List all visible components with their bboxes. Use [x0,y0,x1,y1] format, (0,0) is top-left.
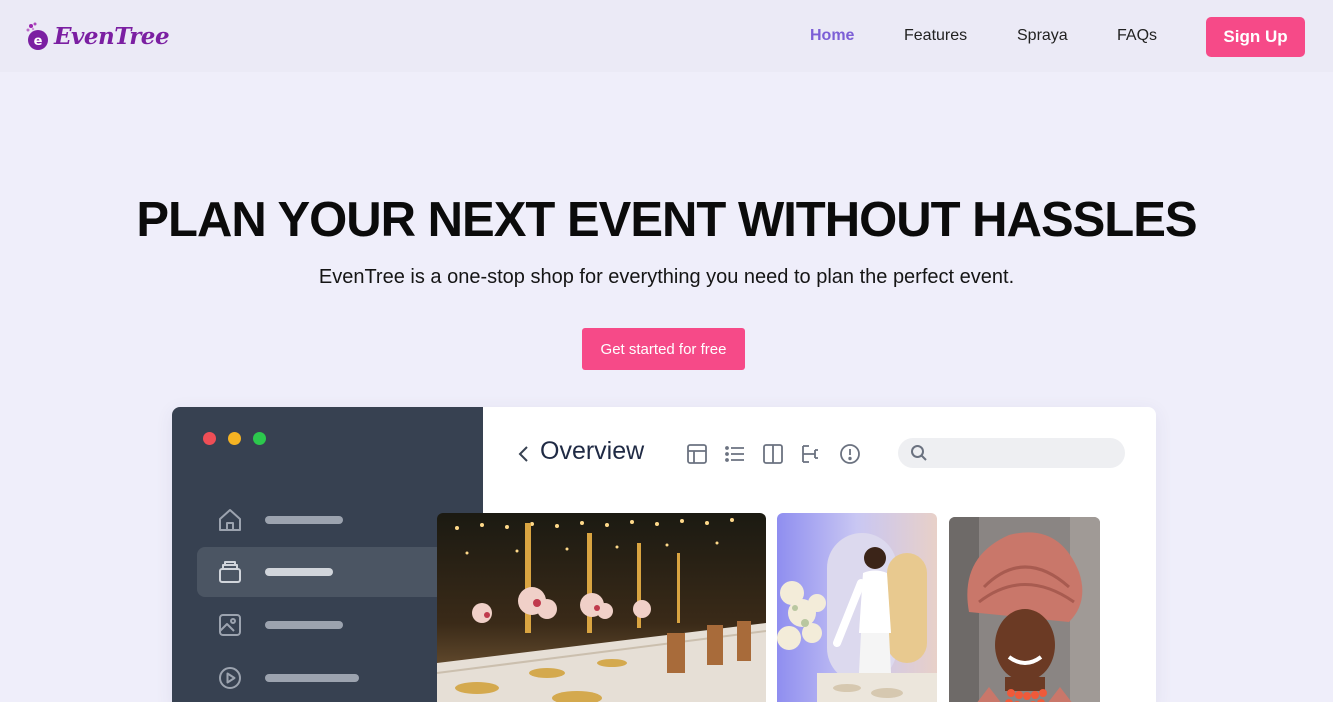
window-minimize-dot [228,432,241,445]
nav-link-spraya[interactable]: Spraya [1017,27,1068,45]
hero-title: PLAN YOUR NEXT EVENT WITHOUT HASSLES [136,193,1197,247]
nav-link-faqs[interactable]: FAQs [1117,27,1157,45]
overview-title: Overview [540,437,645,465]
chevron-left-icon [517,445,531,468]
sidebar-item-inbox [197,547,467,597]
top-navbar: e EvenTree Home Features Spraya FAQs Sig… [0,0,1333,72]
search-icon [910,444,928,462]
get-started-button[interactable]: Get started for free [582,328,745,370]
table-icon [685,442,709,466]
hierarchy-icon [799,442,823,466]
sidebar-item-placeholder-bar [265,621,343,629]
hero-subtitle: EvenTree is a one-stop shop for everythi… [318,266,1015,288]
nav-link-features[interactable]: Features [904,27,967,45]
brand-name: EvenTree [54,22,170,50]
play-icon [217,665,243,691]
woman-gele-portrait-photo [949,517,1100,702]
inbox-icon [217,559,243,585]
home-icon [217,507,243,533]
sidebar-item-placeholder-bar [265,568,333,576]
list-icon [723,442,747,466]
sidebar-item-media [197,653,467,702]
window-close-dot [203,432,216,445]
mockup-search-input[interactable] [898,438,1125,468]
info-icon [838,442,862,466]
window-maximize-dot [253,432,266,445]
sidebar-item-placeholder-bar [265,516,343,524]
sign-up-button[interactable]: Sign Up [1206,17,1305,57]
table-setting-photo [777,513,937,702]
banquet-table-photo [437,513,766,702]
columns-icon [761,442,785,466]
sidebar-item-home [197,495,467,545]
brand-logo[interactable]: e EvenTree [24,18,170,54]
sidebar-item-gallery [197,600,467,650]
svg-text:e: e [34,34,43,49]
eventree-logo-icon: e [24,21,52,51]
image-icon [217,612,243,638]
nav-link-home[interactable]: Home [810,27,854,45]
sidebar-item-placeholder-bar [265,674,359,682]
